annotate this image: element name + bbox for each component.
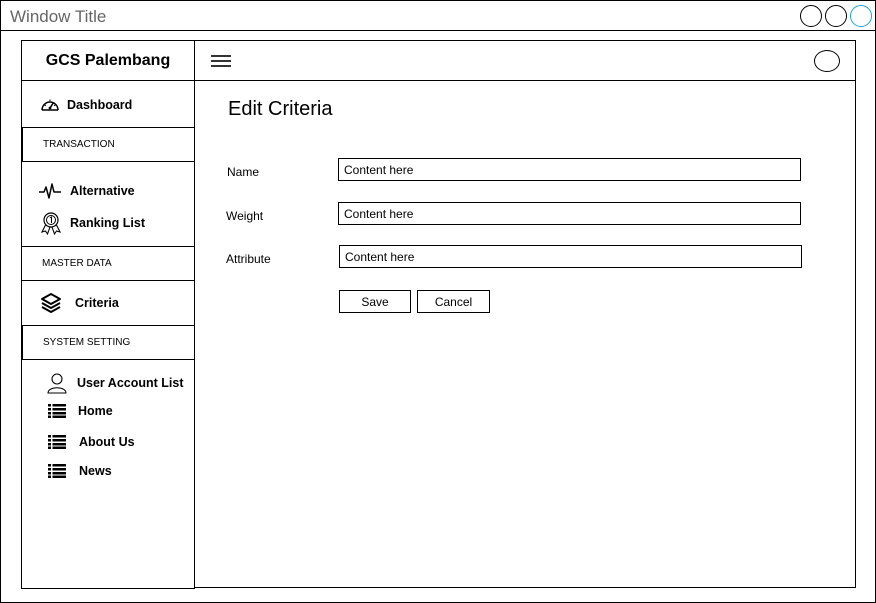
- sidebar-item-ranking-list[interactable]: Ranking List: [39, 211, 145, 235]
- sidebar-item-label: News: [79, 464, 112, 478]
- user-icon: [47, 372, 67, 394]
- brand-title: GCS Palembang: [22, 41, 194, 81]
- sidebar-item-dashboard[interactable]: Dashboard: [40, 96, 132, 114]
- list-icon: [48, 404, 66, 418]
- cancel-button[interactable]: Cancel: [417, 290, 490, 313]
- close-button[interactable]: [850, 5, 872, 27]
- gauge-icon: [40, 96, 60, 114]
- weight-label: Weight: [226, 209, 264, 223]
- window-title: Window Title: [10, 7, 107, 26]
- minimize-button[interactable]: [800, 5, 822, 27]
- name-input[interactable]: [338, 158, 801, 181]
- top-bar: [195, 41, 855, 81]
- save-button[interactable]: Save: [339, 290, 411, 313]
- sidebar-item-label: Ranking List: [70, 216, 146, 230]
- sidebar-item-criteria[interactable]: Criteria: [40, 292, 119, 314]
- name-label: Name: [227, 165, 260, 179]
- award-ribbon-icon: [39, 211, 63, 235]
- sidebar-item-label: Home: [78, 404, 113, 418]
- title-bar: Window Title: [1, 1, 875, 31]
- weight-input[interactable]: [338, 202, 801, 225]
- sidebar-item-label: Alternative: [70, 184, 135, 198]
- sidebar-item-label: Criteria: [75, 296, 119, 310]
- attribute-input[interactable]: [339, 245, 802, 268]
- maximize-button[interactable]: [825, 5, 847, 27]
- list-icon: [48, 435, 66, 449]
- main-panel: Edit Criteria Name Weight Attribute Save…: [194, 40, 856, 588]
- section-system-setting: SYSTEM SETTING: [22, 325, 195, 360]
- attribute-label: Attribute: [226, 252, 271, 266]
- sidebar-item-label: Dashboard: [67, 98, 133, 112]
- section-transaction: TRANSACTION: [22, 127, 195, 162]
- sidebar-item-user-account-list[interactable]: User Account List: [47, 372, 184, 394]
- sidebar-item-news[interactable]: News: [48, 464, 112, 478]
- sidebar-item-about-us[interactable]: About Us: [48, 435, 135, 449]
- sidebar-item-home[interactable]: Home: [48, 404, 113, 418]
- sidebar-item-alternative[interactable]: Alternative: [38, 181, 135, 201]
- pulse-icon: [38, 181, 62, 201]
- sidebar-item-label: User Account List: [77, 376, 184, 390]
- hamburger-menu-icon[interactable]: [211, 53, 233, 69]
- sidebar-item-label: About Us: [79, 435, 135, 449]
- sidebar: GCS Palembang Dashboard TRANSACTION Alte…: [21, 40, 195, 589]
- layers-icon: [40, 292, 62, 314]
- avatar[interactable]: [814, 50, 840, 72]
- section-master-data: MASTER DATA: [22, 246, 194, 281]
- list-icon: [48, 464, 66, 478]
- page-title: Edit Criteria: [228, 98, 333, 120]
